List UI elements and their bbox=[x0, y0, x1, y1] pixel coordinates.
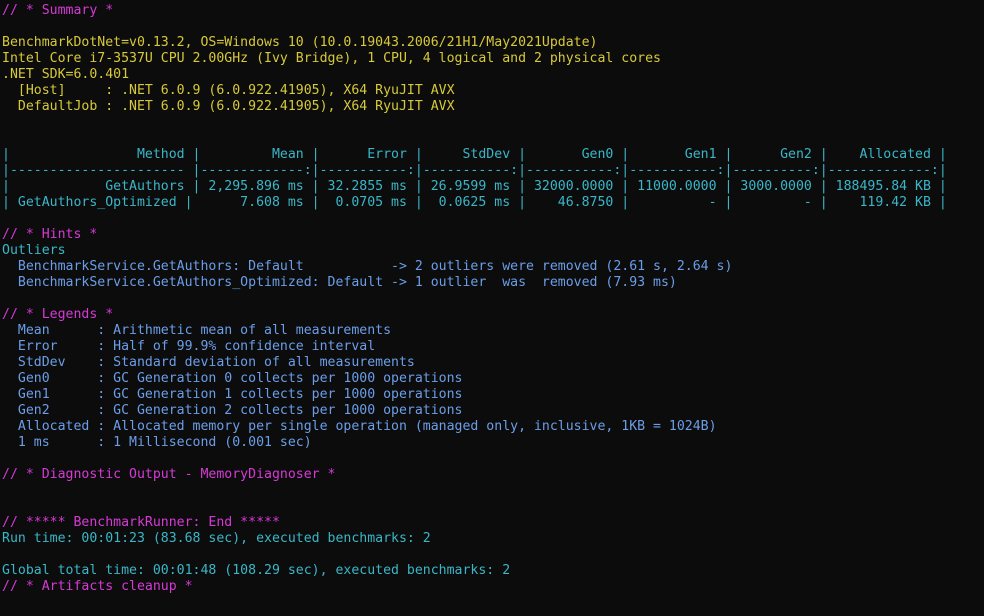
legend-line: Allocated : Allocated memory per single … bbox=[2, 419, 717, 434]
results-table-separator: |---------------------- |-------------:|… bbox=[2, 163, 947, 178]
env-line-sdk: .NET SDK=6.0.401 bbox=[2, 67, 130, 82]
legend-line: Mean : Arithmetic mean of all measuremen… bbox=[2, 323, 392, 338]
legend-line: Gen2 : GC Generation 2 collects per 1000… bbox=[2, 403, 463, 418]
results-table-row: | GetAuthors_Optimized | 7.608 ms | 0.07… bbox=[2, 195, 947, 210]
legends-header: // * Legends * bbox=[2, 307, 114, 322]
outliers-label: Outliers bbox=[2, 243, 66, 258]
artifacts-cleanup-header: // * Artifacts cleanup * bbox=[2, 579, 193, 594]
env-line-cpu: Intel Core i7-3537U CPU 2.00GHz (Ivy Bri… bbox=[2, 51, 661, 66]
global-time-line: Global total time: 00:01:48 (108.29 sec)… bbox=[2, 563, 511, 578]
results-table-header: | Method | Mean | Error | StdDev | Gen0 … bbox=[2, 147, 947, 162]
env-line-host: [Host] : .NET 6.0.9 (6.0.922.41905), X64… bbox=[2, 83, 455, 98]
console-output[interactable]: // * Summary * BenchmarkDotNet=v0.13.2, … bbox=[0, 0, 984, 616]
results-table-row: | GetAuthors | 2,295.896 ms | 32.2855 ms… bbox=[2, 179, 947, 194]
legend-line: Error : Half of 99.9% confidence interva… bbox=[2, 339, 376, 354]
diagnostic-output-header: // * Diagnostic Output - MemoryDiagnoser… bbox=[2, 467, 336, 482]
env-line-benchmarkdotnet: BenchmarkDotNet=v0.13.2, OS=Windows 10 (… bbox=[2, 35, 598, 50]
legend-line: StdDev : Standard deviation of all measu… bbox=[2, 355, 415, 370]
runner-end-header: // ***** BenchmarkRunner: End ***** bbox=[2, 515, 280, 530]
legend-line: Gen0 : GC Generation 0 collects per 1000… bbox=[2, 371, 463, 386]
env-line-defaultjob: DefaultJob : .NET 6.0.9 (6.0.922.41905),… bbox=[2, 99, 455, 114]
run-time-line: Run time: 00:01:23 (83.68 sec), executed… bbox=[2, 531, 431, 546]
hints-header: // * Hints * bbox=[2, 227, 98, 242]
legend-line: Gen1 : GC Generation 1 collects per 1000… bbox=[2, 387, 463, 402]
legend-line: 1 ms : 1 Millisecond (0.001 sec) bbox=[2, 435, 312, 450]
outlier-line: BenchmarkService.GetAuthors_Optimized: D… bbox=[2, 275, 677, 290]
outlier-line: BenchmarkService.GetAuthors: Default -> … bbox=[2, 259, 733, 274]
summary-header: // * Summary * bbox=[2, 3, 114, 18]
